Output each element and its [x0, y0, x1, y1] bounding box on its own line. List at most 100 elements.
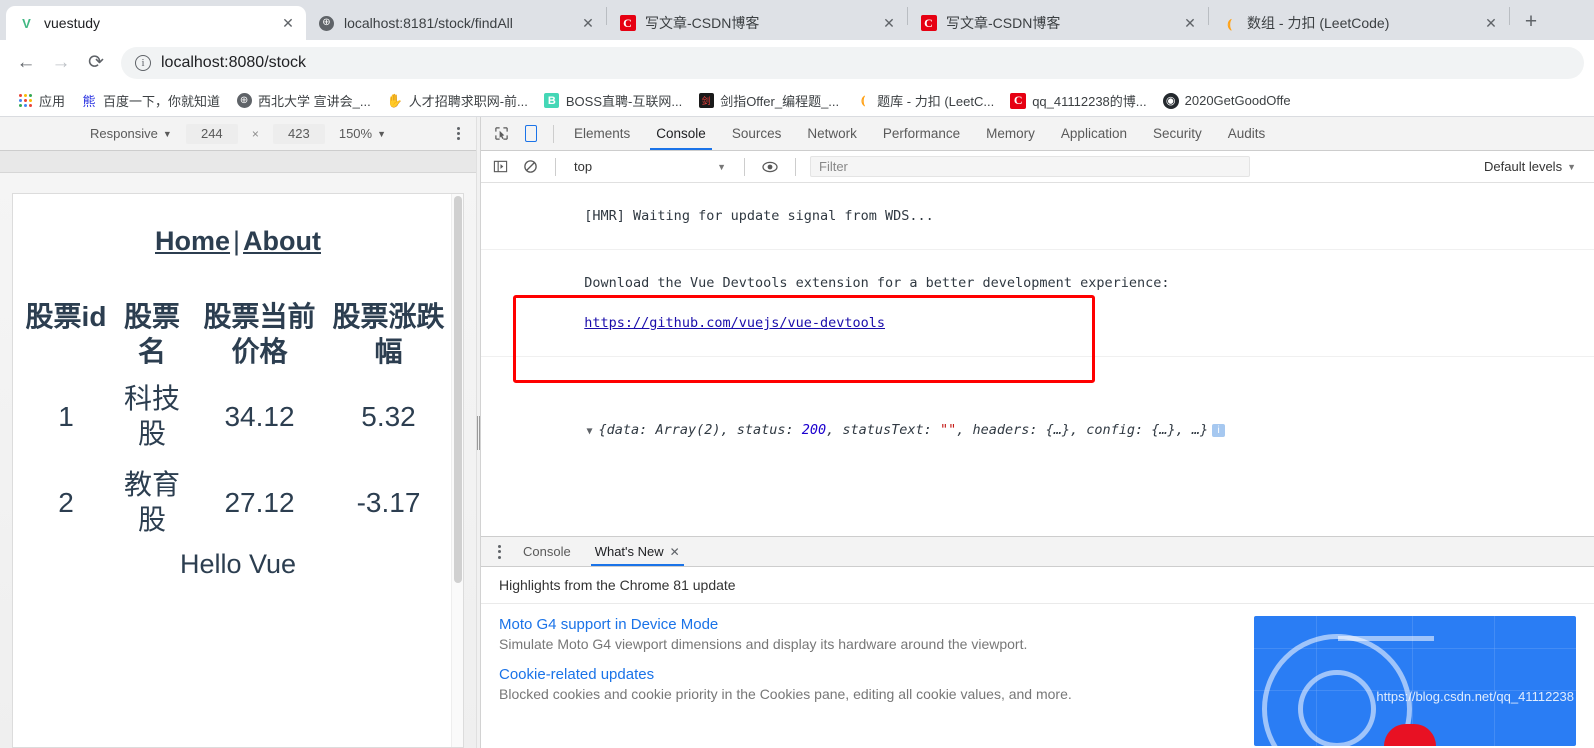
devtools-tab-elements[interactable]: Elements [562, 117, 642, 150]
tab-close-icon[interactable]: ✕ [578, 13, 598, 33]
stock-table-body: 1 科技股 34.12 5.32 2 教育股 27.12 -3.17 [23, 373, 453, 545]
whats-new-item-title[interactable]: Cookie-related updates [499, 666, 1238, 683]
baidu-icon: 熊 [82, 94, 96, 109]
obj-root-suffix: , headers: {…}, config: {…}, …} [956, 422, 1209, 438]
object-root-line[interactable]: ▼ {data: Array(2), status: 200, statusTex… [489, 400, 1594, 462]
obj-root-prefix: {data: Array(2), status: [598, 422, 802, 438]
devtools-panel: Elements Console Sources Network Perform… [481, 117, 1594, 748]
browser-tab-vuestudy[interactable]: V vuestudy ✕ [6, 6, 306, 40]
reload-button[interactable]: ⟳ [80, 47, 112, 79]
device-height-input[interactable]: 423 [272, 123, 325, 144]
viewport-scrollbar-thumb[interactable] [454, 196, 462, 584]
bookmark-label: 题库 - 力扣 (LeetC... [877, 94, 995, 109]
new-tab-button[interactable]: + [1516, 7, 1546, 37]
tab-title: vuestudy [44, 15, 101, 31]
device-zoom-selector[interactable]: 150% ▼ [339, 126, 386, 141]
bookmark-label: 百度一下，你就知道 [103, 94, 221, 109]
devtools-tab-security[interactable]: Security [1141, 117, 1214, 150]
bookmark-leetcode[interactable]: ⦅ 题库 - 力扣 (LeetC... [848, 88, 1001, 113]
bookmark-apps[interactable]: 应用 [10, 88, 72, 113]
live-expression-icon[interactable] [759, 156, 781, 178]
bookmark-offer[interactable]: 剑 剑指Offer_编程题_... [691, 88, 846, 113]
console-filter-input[interactable]: Filter [810, 156, 1250, 177]
devtools-tab-audits[interactable]: Audits [1216, 117, 1278, 150]
bookmark-boss[interactable]: B BOSS直聘-互联网... [537, 88, 689, 113]
console-log-levels-selector[interactable]: Default levels ▼ [1484, 159, 1586, 174]
page-viewport: Home | About 股票id 股票名 股票当前价格 股票涨跌幅 1 科技股… [12, 193, 464, 748]
whats-new-item-title[interactable]: Moto G4 support in Device Mode [499, 616, 1238, 633]
inspect-element-icon[interactable] [487, 121, 515, 147]
browser-tab-leetcode[interactable]: ⦅ 数组 - 力扣 (LeetCode) ✕ [1209, 6, 1509, 40]
browser-tab-findall[interactable]: ⊕ localhost:8181/stock/findAll ✕ [306, 6, 606, 40]
obj-root-status: 200 [801, 422, 827, 438]
console-output[interactable]: [HMR] Waiting for update signal from WDS… [481, 183, 1594, 536]
viewport-scrollbar[interactable] [451, 194, 463, 747]
address-bar[interactable]: i localhost:8080/stock [121, 46, 1584, 79]
tab-close-icon[interactable]: ✕ [879, 13, 899, 33]
drawer-more-options-icon[interactable] [489, 544, 509, 559]
toolbar-divider [744, 157, 745, 176]
whats-new-item: Moto G4 support in Device Mode Simulate … [499, 616, 1238, 652]
nav-link-home[interactable]: Home [155, 226, 230, 256]
bookmark-label: 剑指Offer_编程题_... [720, 94, 840, 109]
tab-title: 数组 - 力扣 (LeetCode) [1247, 15, 1390, 31]
app-nav: Home | About [23, 212, 453, 295]
devtools-tab-sources[interactable]: Sources [720, 117, 794, 150]
browser-tab-csdn-1[interactable]: C 写文章-CSDN博客 ✕ [607, 6, 907, 40]
whats-new-body: Moto G4 support in Device Mode Simulate … [481, 604, 1594, 746]
info-icon[interactable]: i [1212, 423, 1226, 437]
chevron-down-icon: ▼ [717, 161, 726, 172]
device-width-input[interactable]: 244 [185, 123, 238, 144]
whats-new-thumbnail: https://blog.csdn.net/qq_41112238 [1254, 616, 1576, 746]
expand-triangle-icon[interactable]: ▼ [587, 422, 599, 442]
bookmark-label: 西北大学 宣讲会_... [258, 94, 371, 109]
device-options-menu-icon[interactable] [457, 127, 460, 140]
devtools-tab-memory[interactable]: Memory [974, 117, 1047, 150]
bookmark-csdn-blog[interactable]: C qq_41112238的博... [1003, 88, 1153, 113]
chrome-logo-inner-ring [1298, 670, 1376, 746]
chevron-down-icon: ▼ [377, 128, 387, 139]
device-toolbar-icon[interactable] [517, 121, 545, 147]
bookmark-github[interactable]: ◉ 2020GetGoodOffe [1156, 90, 1298, 112]
close-icon[interactable]: ✕ [670, 545, 680, 559]
sword-icon: 剑 [698, 93, 714, 109]
bookmark-jobsite[interactable]: ✋ 人才招聘求职网-前... [380, 88, 535, 113]
device-ruler [0, 151, 476, 173]
console-context-selector[interactable]: top ▼ [570, 159, 730, 174]
devtools-tab-console[interactable]: Console [644, 117, 718, 150]
tab-close-icon[interactable]: ✕ [278, 13, 298, 33]
back-button[interactable]: ← [10, 47, 42, 79]
column-header-name: 股票名 [123, 301, 180, 367]
dimension-separator: × [251, 126, 259, 141]
browser-tab-csdn-2[interactable]: C 写文章-CSDN博客 ✕ [908, 6, 1208, 40]
vue-devtools-link[interactable]: https://github.com/vuejs/vue-devtools [584, 315, 885, 331]
object-config-line[interactable]: ▶config: {transformRequest: {…}, transfo… [489, 522, 1594, 536]
bookmark-label: qq_41112238的博... [1032, 94, 1147, 109]
bookmark-baidu[interactable]: 熊 百度一下，你就知道 [74, 88, 227, 113]
hand-icon: ✋ [386, 92, 403, 108]
devtools-tab-performance[interactable]: Performance [871, 117, 972, 150]
tab-close-icon[interactable]: ✕ [1481, 13, 1501, 33]
page-info-icon[interactable]: i [135, 54, 151, 71]
bookmark-nwu[interactable]: ⊕ 西北大学 宣讲会_... [229, 88, 378, 113]
cell-name: 教育股 [123, 469, 180, 535]
tab-title: 写文章-CSDN博客 [946, 15, 1061, 31]
forward-button[interactable]: → [45, 47, 77, 79]
clear-console-icon[interactable] [519, 156, 541, 178]
tab-title: 写文章-CSDN博客 [645, 15, 760, 31]
obj-root-mid: , statusText: [826, 422, 940, 438]
devtools-tab-application[interactable]: Application [1049, 117, 1139, 150]
console-sidebar-icon[interactable] [489, 156, 511, 178]
nav-link-about[interactable]: About [243, 226, 321, 256]
column-header-price: 股票当前价格 [203, 301, 316, 367]
chrome-logo-bar [1338, 636, 1434, 641]
drawer-tab-label: Console [523, 544, 571, 559]
nav-separator: | [233, 226, 241, 256]
drawer-tab-console[interactable]: Console [513, 537, 581, 566]
bookmark-label: BOSS直聘-互联网... [565, 94, 683, 109]
device-selector[interactable]: Responsive ▼ [90, 126, 172, 141]
address-bar-url: localhost:8080/stock [161, 53, 306, 71]
devtools-tab-network[interactable]: Network [795, 117, 869, 150]
tab-close-icon[interactable]: ✕ [1180, 13, 1200, 33]
drawer-tab-whats-new[interactable]: What's New ✕ [585, 537, 690, 566]
